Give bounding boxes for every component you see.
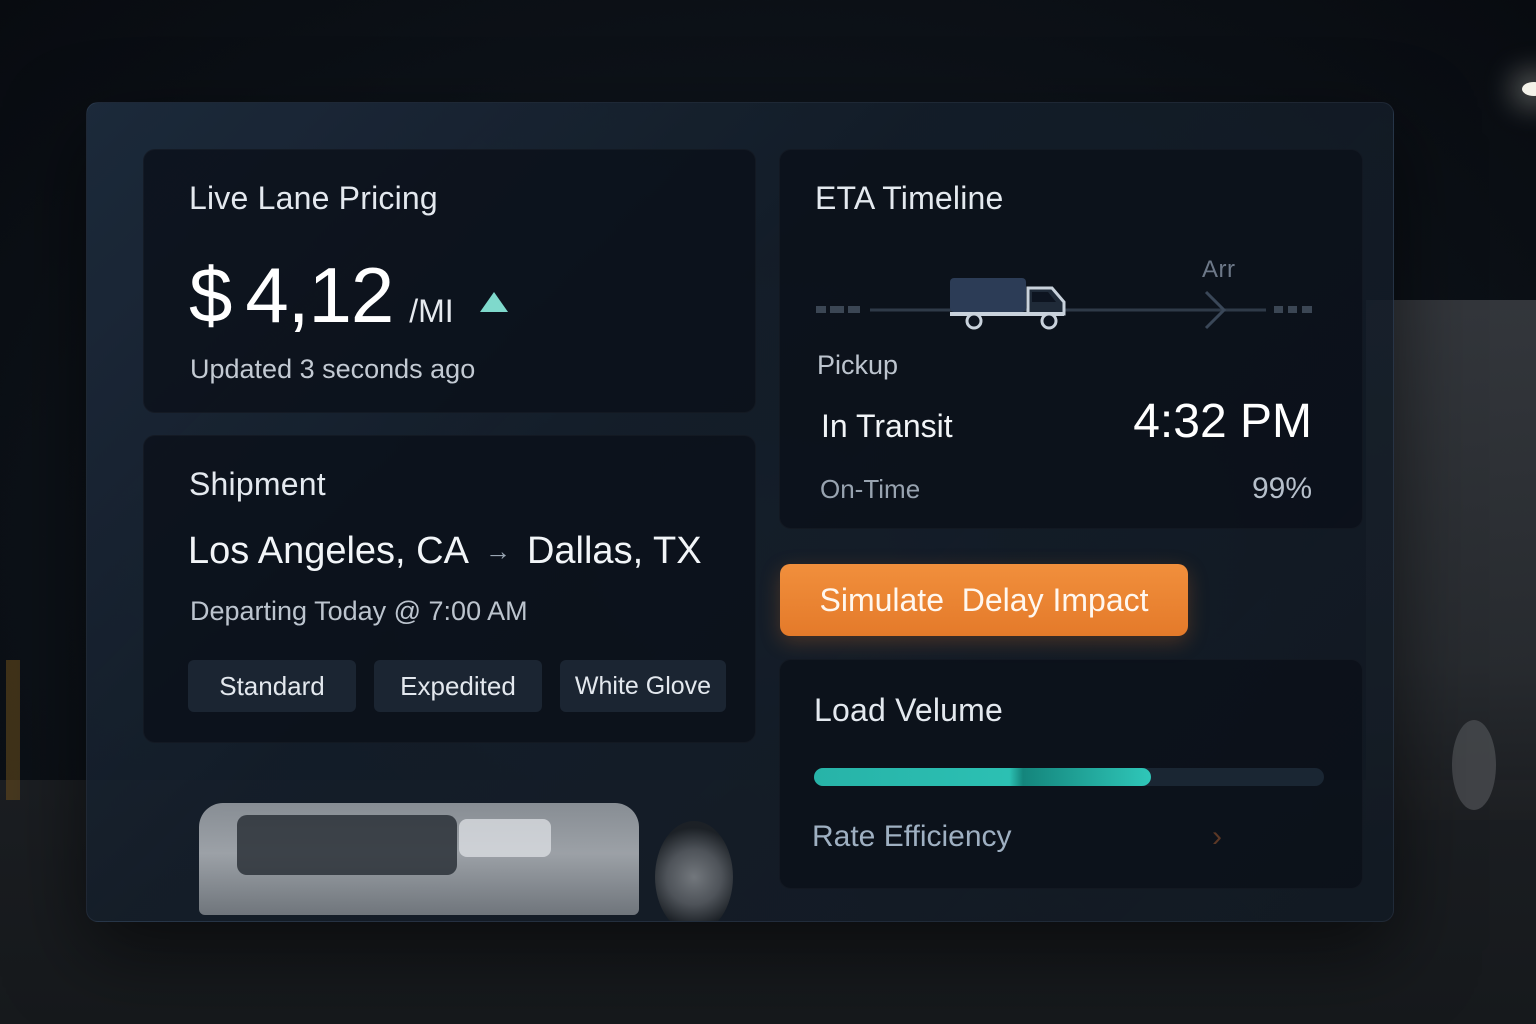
truck-image-wheel <box>655 821 733 921</box>
triangle-up-icon <box>479 291 508 312</box>
shipment-route: Los Angeles, CA → Dallas, TX <box>188 530 702 573</box>
chip-white-glove[interactable]: White Glove <box>560 660 726 712</box>
timeline-start-dashes <box>816 306 860 313</box>
transit-status: In Transit <box>821 408 953 444</box>
route-origin: Los Angeles, CA <box>188 530 469 572</box>
pricing-title: Live Lane Pricing <box>189 180 438 216</box>
simulate-delay-button[interactable]: Simulate Delay Impact <box>780 564 1188 636</box>
chip-standard[interactable]: Standard <box>188 660 356 712</box>
chevron-right-icon[interactable]: › <box>1212 820 1222 854</box>
price-unit: /MI <box>409 293 454 329</box>
pricing-card: Live Lane Pricing $ 4,12 /MI Updated 3 s… <box>143 149 756 413</box>
on-time-value: 99% <box>1251 472 1312 505</box>
eta-timeline-track <box>816 278 1312 330</box>
route-destination: Dallas, TX <box>526 530 702 572</box>
shipment-card: Shipment Los Angeles, CA → Dallas, TX De… <box>143 435 756 743</box>
load-volume-card: Load Velume Rate Efficiency › <box>779 659 1363 889</box>
price-updated-text: Updated 3 seconds ago <box>190 354 476 384</box>
price-currency: $ <box>189 251 232 339</box>
shipment-title: Shipment <box>189 466 326 502</box>
departure-text: Departing Today @ 7:00 AM <box>190 596 528 626</box>
background-post <box>6 660 20 800</box>
eta-time: 4:32 PM <box>1133 395 1312 448</box>
eta-title: ETA Timeline <box>815 180 1004 216</box>
truck-image-grille <box>237 815 457 875</box>
truck-icon <box>950 278 1066 330</box>
on-time-label: On-Time <box>820 474 921 504</box>
background-trailer-wheel <box>1452 720 1496 810</box>
price-value: 4,12 <box>245 251 394 339</box>
rate-efficiency-link[interactable]: Rate Efficiency <box>812 820 1012 854</box>
service-level-chips: Standard Expedited White Glove <box>188 660 726 712</box>
chip-expedited[interactable]: Expedited <box>374 660 542 712</box>
load-title: Load Velume <box>814 692 1004 728</box>
timeline-end-dashes <box>1274 306 1312 313</box>
price-row: $ 4,12 /MI <box>189 250 508 341</box>
load-progress-fill <box>814 768 1151 786</box>
eta-card: ETA Timeline Arr Pickup In Transit 4:32 … <box>779 149 1363 529</box>
truck-image-headlight <box>459 819 551 857</box>
arrow-right-icon: → <box>484 536 511 566</box>
pickup-label: Pickup <box>817 350 899 380</box>
background-lamp <box>1522 82 1536 96</box>
load-progress-bar <box>814 768 1324 786</box>
dashboard-panel: Live Lane Pricing $ 4,12 /MI Updated 3 s… <box>86 102 1394 922</box>
